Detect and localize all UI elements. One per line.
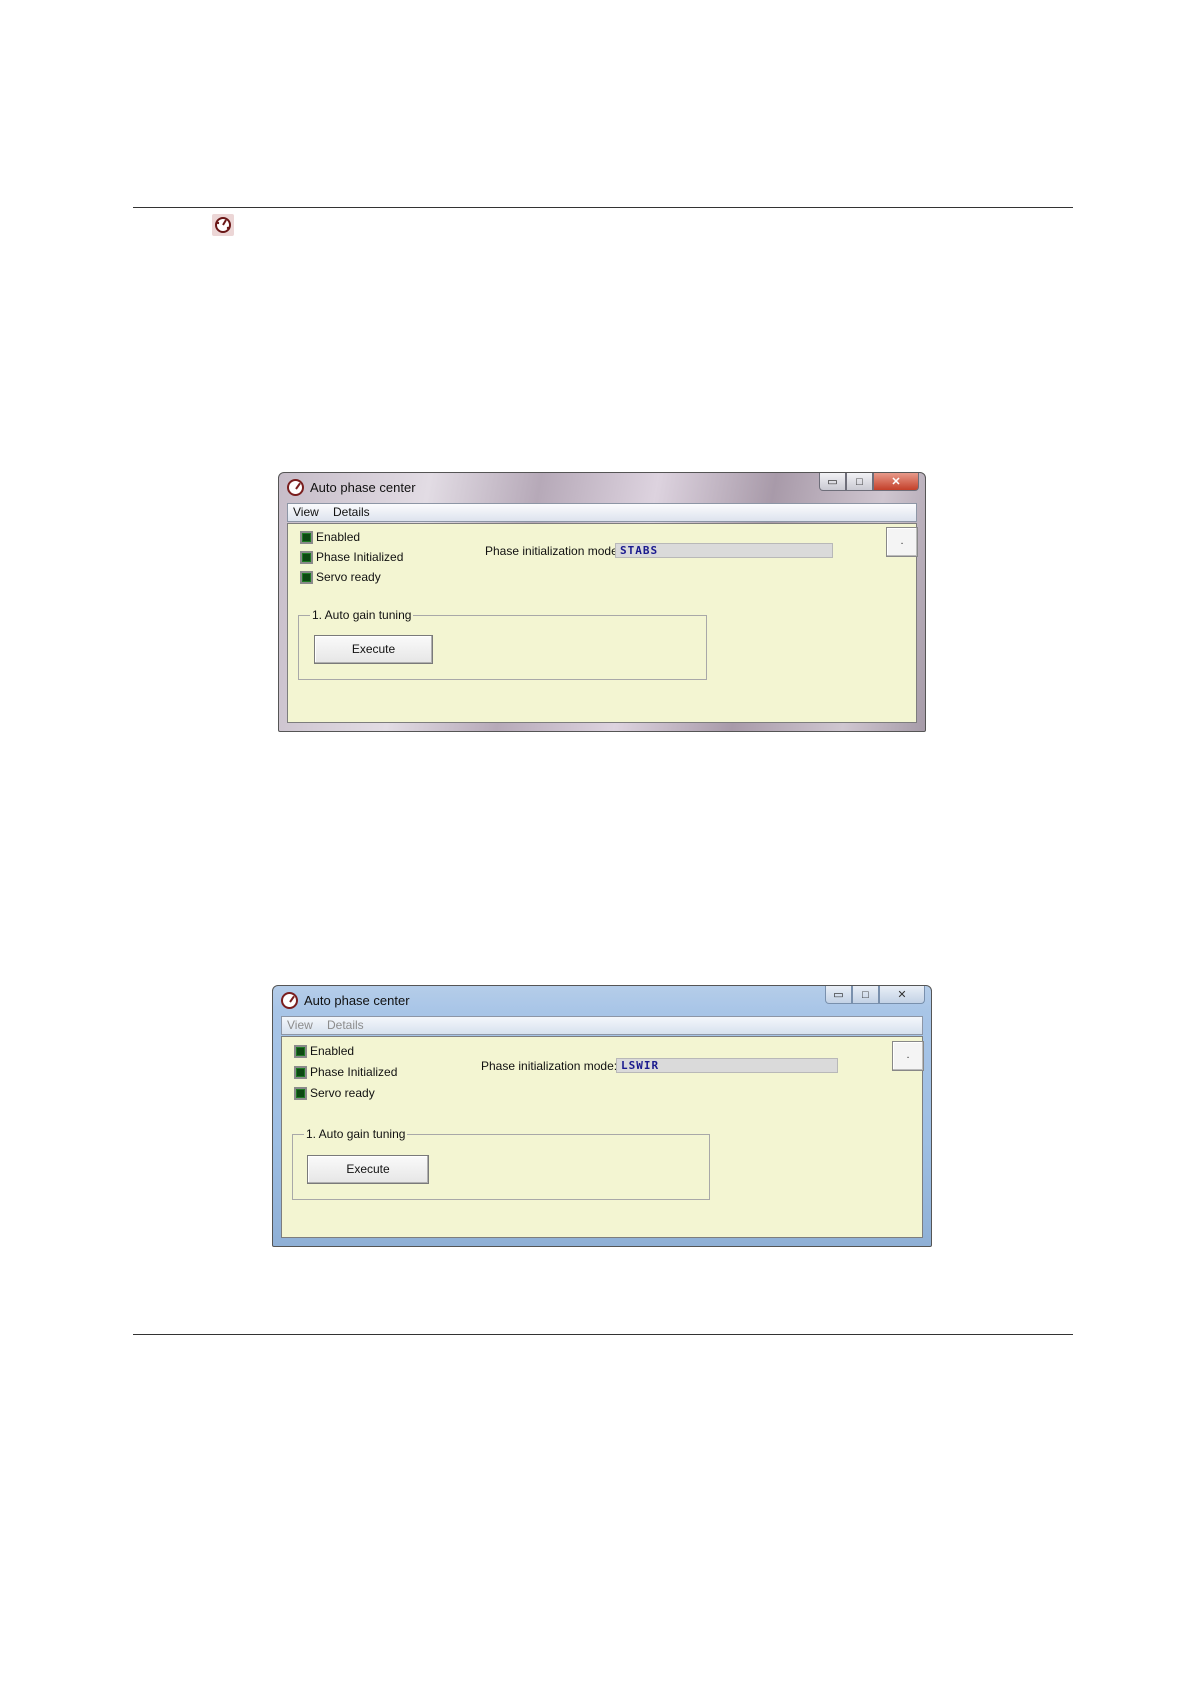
status-label: Enabled (316, 530, 361, 544)
options-button[interactable]: . (892, 1041, 924, 1071)
client-area: Enabled Phase Initialized Servo ready Ph… (281, 1036, 924, 1238)
phase-mode-label: Phase initialization mode: (481, 1059, 618, 1073)
minimize-button[interactable]: ▭ (819, 473, 846, 491)
maximize-button[interactable]: □ (846, 473, 873, 491)
app-icon (281, 992, 298, 1009)
close-button[interactable]: ✕ (873, 473, 919, 491)
execute-button[interactable]: Execute (314, 635, 433, 664)
auto-gain-tuning-group: 1. Auto gain tuning Execute (298, 608, 707, 680)
client-area: Enabled Phase Initialized Servo ready Ph… (287, 523, 918, 723)
status-phase-initialized: Phase Initialized (300, 550, 403, 564)
status-label: Servo ready (310, 1086, 375, 1100)
group-title: 1. Auto gain tuning (310, 608, 414, 622)
minimize-button[interactable]: ▭ (825, 986, 852, 1004)
auto-gain-tuning-group: 1. Auto gain tuning Execute (292, 1127, 710, 1200)
maximize-button[interactable]: □ (852, 986, 879, 1004)
status-enabled: Enabled (300, 530, 360, 544)
window-title: Auto phase center (310, 480, 416, 495)
status-led-icon (294, 1044, 307, 1058)
menu-bar: View Details (287, 503, 917, 522)
status-led-icon (294, 1065, 307, 1079)
execute-button[interactable]: Execute (307, 1155, 429, 1184)
menu-details[interactable]: Details (333, 505, 370, 519)
top-rule (133, 207, 1073, 208)
options-button[interactable]: . (886, 527, 918, 557)
phase-mode-label: Phase initialization mode: (485, 544, 622, 558)
group-title: 1. Auto gain tuning (304, 1127, 408, 1141)
status-led-icon (300, 570, 313, 584)
status-servo-ready: Servo ready (300, 570, 381, 584)
window-title: Auto phase center (304, 993, 410, 1008)
status-label: Phase Initialized (316, 550, 404, 564)
phase-mode-field: LSWIR (616, 1058, 838, 1073)
status-led-icon (294, 1086, 307, 1100)
title-bar[interactable]: Auto phase center ▭ □ ✕ (279, 473, 925, 501)
menu-details[interactable]: Details (327, 1018, 364, 1032)
close-button[interactable]: ✕ (879, 986, 925, 1004)
phase-mode-field: STABS (615, 543, 833, 558)
status-label: Enabled (310, 1044, 355, 1058)
title-bar[interactable]: Auto phase center ▭ □ ✕ (273, 986, 931, 1014)
status-enabled: Enabled (294, 1044, 354, 1058)
menu-view[interactable]: View (293, 505, 319, 519)
auto-phase-center-window-2: Auto phase center ▭ □ ✕ View Details Ena… (272, 985, 932, 1247)
status-label: Phase Initialized (310, 1065, 398, 1079)
app-icon (212, 214, 234, 236)
status-phase-initialized: Phase Initialized (294, 1065, 397, 1079)
bottom-rule (133, 1334, 1073, 1335)
menu-bar: View Details (281, 1016, 923, 1035)
status-led-icon (300, 550, 313, 564)
app-icon (287, 479, 304, 496)
status-led-icon (300, 530, 313, 544)
auto-phase-center-window-1: Auto phase center ▭ □ ✕ View Details Ena… (278, 472, 926, 732)
status-servo-ready: Servo ready (294, 1086, 375, 1100)
menu-view[interactable]: View (287, 1018, 313, 1032)
status-label: Servo ready (316, 570, 381, 584)
